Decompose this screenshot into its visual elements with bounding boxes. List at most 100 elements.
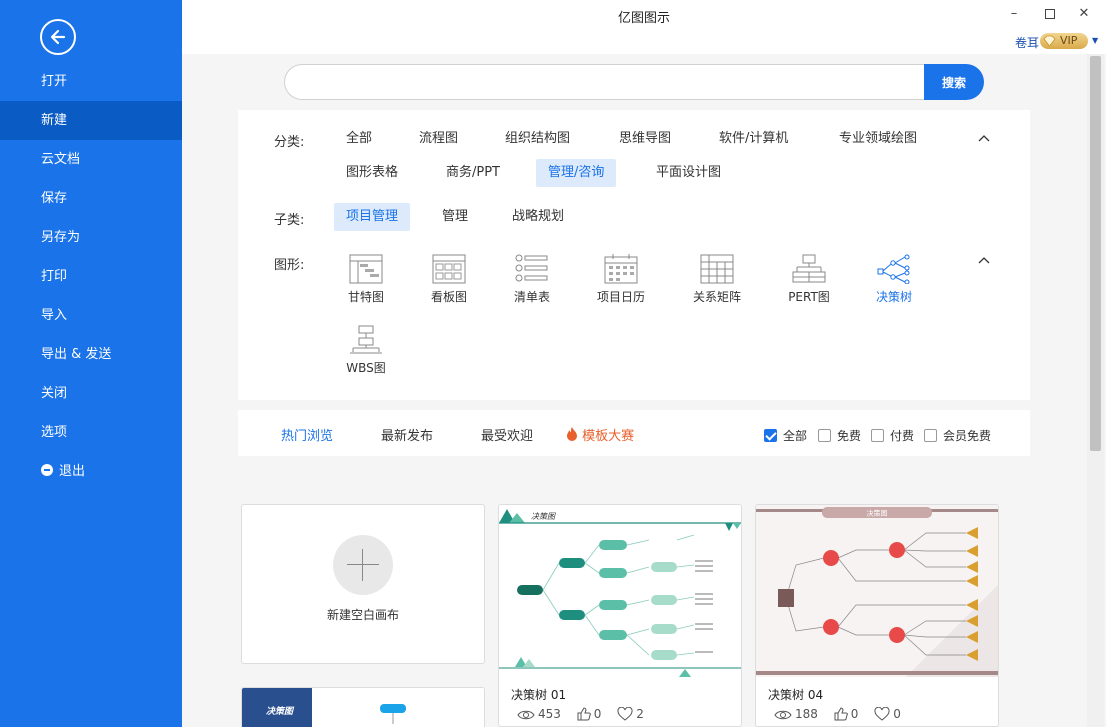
checkbox-icon[interactable] <box>818 429 831 442</box>
exit-icon <box>41 464 53 476</box>
user-name[interactable]: 卷耳 <box>1015 34 1039 51</box>
category-management[interactable]: 管理/咨询 <box>536 159 617 187</box>
category-mind-map[interactable]: 思维导图 <box>607 125 683 153</box>
checklist-icon <box>515 254 548 282</box>
app-title: 亿图图示 <box>617 11 670 26</box>
sidebar-item-cloud-docs[interactable]: 云文档 <box>0 140 182 179</box>
sidebar-item-exit[interactable]: 退出 <box>0 452 182 491</box>
category-graphic-design[interactable]: 平面设计图 <box>644 159 733 187</box>
shape-decision-tree[interactable]: 决策树 <box>858 254 930 305</box>
filter-panel: 分类: 全部 流程图 组织结构图 思维导图 软件/计算机 专业领域绘图 图形表格… <box>238 110 1030 400</box>
views-count: 453 <box>517 707 561 721</box>
category-label: 分类: <box>274 135 305 150</box>
template-title: 决策树 01 <box>511 688 567 702</box>
heart-icon <box>874 706 890 721</box>
sidebar-item-close[interactable]: 关闭 <box>0 374 182 413</box>
chevron-up-icon[interactable] <box>977 131 991 145</box>
scrollbar-thumb[interactable] <box>1090 56 1101 451</box>
gantt-chart-icon <box>349 254 383 284</box>
favorites-count[interactable]: 0 <box>874 706 901 721</box>
category-all[interactable]: 全部 <box>334 125 384 153</box>
category-org-chart[interactable]: 组织结构图 <box>493 125 582 153</box>
sidebar-item-new[interactable]: 新建 <box>0 101 182 140</box>
wbs-icon <box>350 325 382 354</box>
sidebar-item-options[interactable]: 选项 <box>0 413 182 452</box>
shape-relation-matrix[interactable]: 关系矩阵 <box>681 254 753 305</box>
scrollbar[interactable] <box>1087 54 1104 727</box>
template-title: 决策树 04 <box>768 688 824 702</box>
tab-hot[interactable]: 热门浏览 <box>281 425 333 444</box>
likes-count[interactable]: 0 <box>577 707 601 721</box>
matrix-icon <box>700 254 734 284</box>
sidebar-item-print[interactable]: 打印 <box>0 257 182 296</box>
template-thumbnail: 决策图 <box>242 688 484 727</box>
svg-text:决策图: 决策图 <box>266 706 295 717</box>
arrow-left-icon <box>50 29 66 45</box>
filter-paid[interactable]: 付费 <box>871 427 914 444</box>
maximize-icon <box>1045 9 1055 19</box>
tab-latest[interactable]: 最新发布 <box>381 425 433 444</box>
shape-gantt[interactable]: 甘特图 <box>330 254 402 305</box>
eye-icon <box>774 710 792 720</box>
filter-free[interactable]: 免费 <box>818 427 861 444</box>
checkbox-checked-icon[interactable] <box>764 429 777 442</box>
category-flowchart[interactable]: 流程图 <box>407 125 470 153</box>
diamond-icon <box>1043 35 1056 47</box>
shape-checklist[interactable]: 清单表 <box>496 254 568 305</box>
checkbox-icon[interactable] <box>924 429 937 442</box>
shape-kanban[interactable]: 看板图 <box>413 254 485 305</box>
category-graphic-table[interactable]: 图形表格 <box>334 159 410 187</box>
minimize-icon: – <box>1010 6 1018 21</box>
chevron-up-icon[interactable] <box>977 253 991 267</box>
pert-icon <box>792 254 826 283</box>
back-button[interactable] <box>40 19 76 55</box>
thumbs-up-icon <box>577 707 591 721</box>
favorites-count[interactable]: 2 <box>617 706 644 721</box>
template-card[interactable]: 决策图 决策树 01 453 0 2 <box>498 504 742 727</box>
caret-down-icon[interactable]: ▼ <box>1092 36 1098 45</box>
template-stats: 453 0 2 <box>517 706 656 721</box>
eye-icon <box>517 710 535 720</box>
filter-member-free[interactable]: 会员免费 <box>924 427 991 444</box>
subcategory-project-management[interactable]: 项目管理 <box>334 203 411 231</box>
template-thumbnail: 决策图 <box>756 505 998 677</box>
vip-badge[interactable]: VIP <box>1040 33 1088 49</box>
new-blank-canvas-card[interactable]: 新建空白画布 <box>241 504 485 664</box>
svg-text:决策图: 决策图 <box>531 512 556 521</box>
views-count: 188 <box>774 707 818 721</box>
shape-label: 图形: <box>274 258 305 273</box>
category-business-ppt[interactable]: 商务/PPT <box>434 159 512 187</box>
sidebar-item-save-as[interactable]: 另存为 <box>0 218 182 257</box>
search-button[interactable]: 搜索 <box>924 64 984 100</box>
shape-pert[interactable]: PERT图 <box>773 254 845 305</box>
shape-wbs[interactable]: WBS图 <box>330 325 402 376</box>
subcategory-management[interactable]: 管理 <box>430 203 480 231</box>
category-software[interactable]: 软件/计算机 <box>707 125 800 153</box>
template-card[interactable]: 决策图 <box>241 687 485 727</box>
sidebar: 打开 新建 云文档 保存 另存为 打印 导入 导出 & 发送 关闭 选项 退出 <box>0 0 182 727</box>
sidebar-item-import[interactable]: 导入 <box>0 296 182 335</box>
tab-popular[interactable]: 最受欢迎 <box>481 425 533 444</box>
shape-project-calendar[interactable]: 项目日历 <box>585 254 657 305</box>
sidebar-item-export-send[interactable]: 导出 & 发送 <box>0 335 182 374</box>
title-bar: 亿图图示 – ✕ 卷耳 VIP ▼ <box>182 0 1106 54</box>
category-professional[interactable]: 专业领域绘图 <box>827 125 929 153</box>
decision-tree-icon <box>877 254 910 284</box>
search-input[interactable] <box>284 64 924 100</box>
close-icon: ✕ <box>1078 6 1090 21</box>
maximize-button[interactable] <box>1040 5 1060 23</box>
checkbox-icon[interactable] <box>871 429 884 442</box>
template-card[interactable]: 决策图 决策树 04 188 0 0 <box>755 504 999 727</box>
sidebar-item-open[interactable]: 打开 <box>0 62 182 101</box>
filter-all[interactable]: 全部 <box>764 427 807 444</box>
fire-icon <box>567 427 577 441</box>
sidebar-item-save[interactable]: 保存 <box>0 179 182 218</box>
subcategory-strategy[interactable]: 战略规划 <box>500 203 576 231</box>
subcategory-label: 子类: <box>274 213 305 228</box>
likes-count[interactable]: 0 <box>834 707 858 721</box>
calendar-icon <box>604 254 638 284</box>
tab-contest[interactable]: 模板大赛 <box>566 425 634 444</box>
minimize-button[interactable]: – <box>1004 5 1024 23</box>
template-thumbnail: 决策图 <box>499 505 741 677</box>
close-window-button[interactable]: ✕ <box>1074 5 1094 23</box>
